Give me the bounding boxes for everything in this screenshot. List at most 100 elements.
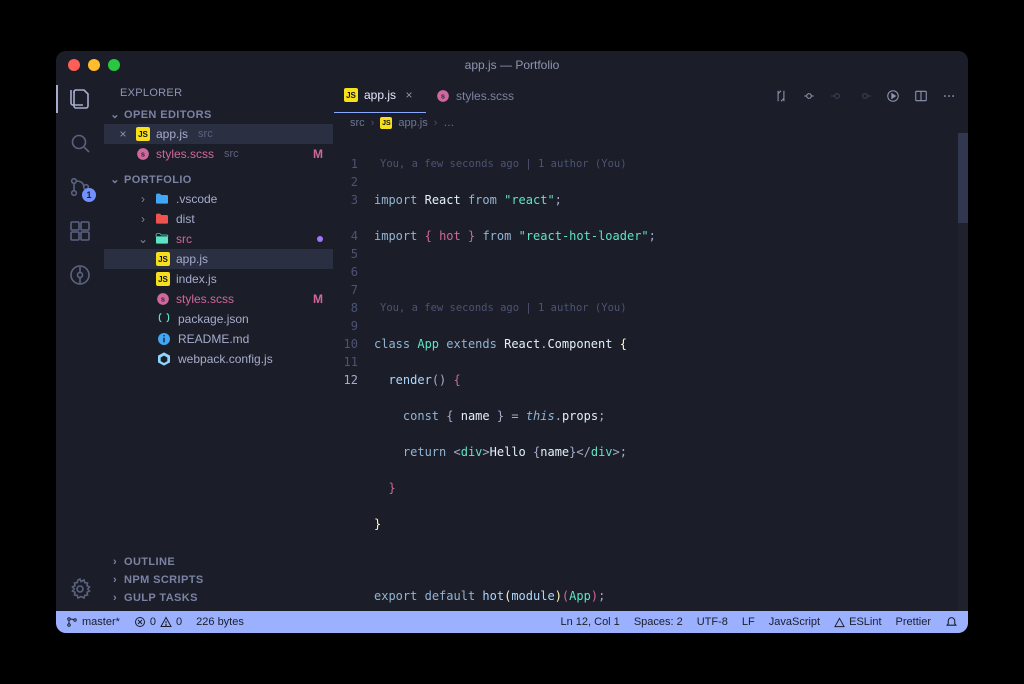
chevron-down-icon: ⌄ [110,108,120,121]
folder-item[interactable]: ⌄ src [104,229,333,249]
sass-file-icon: S [156,292,170,306]
next-change-icon[interactable] [858,89,872,103]
file-item[interactable]: JS app.js [104,249,333,269]
search-icon[interactable] [68,131,92,155]
javascript-file-icon: JS [380,117,392,129]
chevron-down-icon: ⌄ [110,173,120,186]
more-actions-icon[interactable] [942,89,956,103]
editor-tabs: JS app.js × S styles.scss [334,79,968,113]
cursor-position-status[interactable]: Ln 12, Col 1 [560,616,619,628]
chevron-right-icon: › [110,592,120,604]
breadcrumb-item[interactable]: src [350,117,365,129]
window-title: app.js — Portfolio [56,58,968,72]
folder-item[interactable]: › .vscode [104,189,333,209]
line-number: 5 [334,245,358,263]
open-editors-label: OPEN EDITORS [124,109,212,121]
file-item[interactable]: JS index.js [104,269,333,289]
tab-label: app.js [364,88,396,102]
code-area[interactable]: 1 2 3 4 5 6 7 8 9 10 11 12 You, a few se… [334,133,968,611]
file-item[interactable]: S styles.scss M [104,289,333,309]
gulp-tasks-label: GULP TASKS [124,592,198,604]
folder-name: .vscode [176,192,217,206]
breadcrumb-item[interactable]: … [443,117,454,129]
close-icon[interactable]: × [402,88,416,102]
indentation-status[interactable]: Spaces: 2 [634,616,683,628]
file-item[interactable]: package.json [104,309,333,329]
svg-text:S: S [441,94,445,100]
maximize-window-button[interactable] [108,59,120,71]
sass-file-icon: S [136,147,150,161]
prev-change-icon[interactable] [830,89,844,103]
notifications-icon[interactable] [945,616,958,629]
open-editors-section[interactable]: ⌄ OPEN EDITORS [104,105,333,124]
close-icon[interactable]: × [116,127,130,141]
minimize-window-button[interactable] [88,59,100,71]
explorer-sidebar: EXPLORER ⌄ OPEN EDITORS × JS app.js src … [104,79,334,611]
git-revision-icon[interactable] [802,89,816,103]
line-number: 6 [334,263,358,281]
file-name: styles.scss [156,147,214,161]
json-file-icon [156,311,172,327]
eslint-status[interactable]: ESLint [834,616,881,628]
split-editor-icon[interactable] [914,89,928,103]
codelens[interactable]: You, a few seconds ago | 1 author (You) [374,155,968,173]
portfolio-section[interactable]: ⌄ PORTFOLIO [104,170,333,189]
line-number: 9 [334,317,358,335]
file-name: README.md [178,332,249,346]
filesize-status[interactable]: 226 bytes [196,616,244,628]
open-editor-item[interactable]: × JS app.js src [104,124,333,144]
vscode-window: app.js — Portfolio 1 [56,51,968,633]
chevron-down-icon: ⌄ [138,232,148,246]
file-name: webpack.config.js [178,352,273,366]
javascript-file-icon: JS [344,88,358,102]
close-window-button[interactable] [68,59,80,71]
file-item[interactable]: webpack.config.js [104,349,333,369]
javascript-file-icon: JS [156,252,170,266]
minimap[interactable] [958,133,968,611]
outline-section[interactable]: › OUTLINE [104,553,333,571]
npm-scripts-section[interactable]: › NPM SCRIPTS [104,571,333,589]
javascript-file-icon: JS [156,272,170,286]
folder-item[interactable]: › dist [104,209,333,229]
outline-label: OUTLINE [124,556,175,568]
tab-app-js[interactable]: JS app.js × [334,79,426,113]
breadcrumb-item[interactable]: app.js [398,117,427,129]
svg-text:S: S [141,152,145,158]
language-mode-status[interactable]: JavaScript [769,616,820,628]
chevron-right-icon: › [434,117,438,129]
main-area: 1 EXPLORER ⌄ OPEN EDITORS [56,79,968,611]
modified-dot-icon [317,236,323,242]
settings-gear-icon[interactable] [68,577,92,601]
run-icon[interactable] [886,89,900,103]
git-branch-status[interactable]: master* [66,616,120,628]
branch-name: master* [82,616,120,628]
line-number: 1 [334,155,358,173]
activity-bar: 1 [56,79,104,611]
window-controls [56,59,120,71]
titlebar: app.js — Portfolio [56,51,968,79]
prettier-status[interactable]: Prettier [896,616,931,628]
source-control-icon[interactable]: 1 [68,175,92,199]
line-number: 8 [334,299,358,317]
tab-styles-scss[interactable]: S styles.scss [426,79,524,113]
problems-status[interactable]: 0 0 [134,616,182,628]
breadcrumbs[interactable]: src › JS app.js › … [334,113,968,133]
line-number-gutter: 1 2 3 4 5 6 7 8 9 10 11 12 [334,133,368,611]
line-number: 4 [334,227,358,245]
encoding-status[interactable]: UTF-8 [697,616,728,628]
file-item[interactable]: README.md [104,329,333,349]
scm-badge: 1 [82,188,96,202]
eol-status[interactable]: LF [742,616,755,628]
npm-scripts-label: NPM SCRIPTS [124,574,204,586]
extensions-icon[interactable] [68,219,92,243]
gitlens-icon[interactable] [68,263,92,287]
chevron-right-icon: › [110,556,120,568]
line-number: 10 [334,335,358,353]
code-content[interactable]: You, a few seconds ago | 1 author (You) … [368,133,968,611]
open-editor-item[interactable]: × S styles.scss src M [104,144,333,164]
codelens[interactable]: You, a few seconds ago | 1 author (You) [374,299,968,317]
compare-changes-icon[interactable] [774,89,788,103]
gulp-tasks-section[interactable]: › GULP TASKS [104,589,333,607]
line-number: 3 [334,191,358,209]
explorer-icon[interactable] [68,87,92,111]
